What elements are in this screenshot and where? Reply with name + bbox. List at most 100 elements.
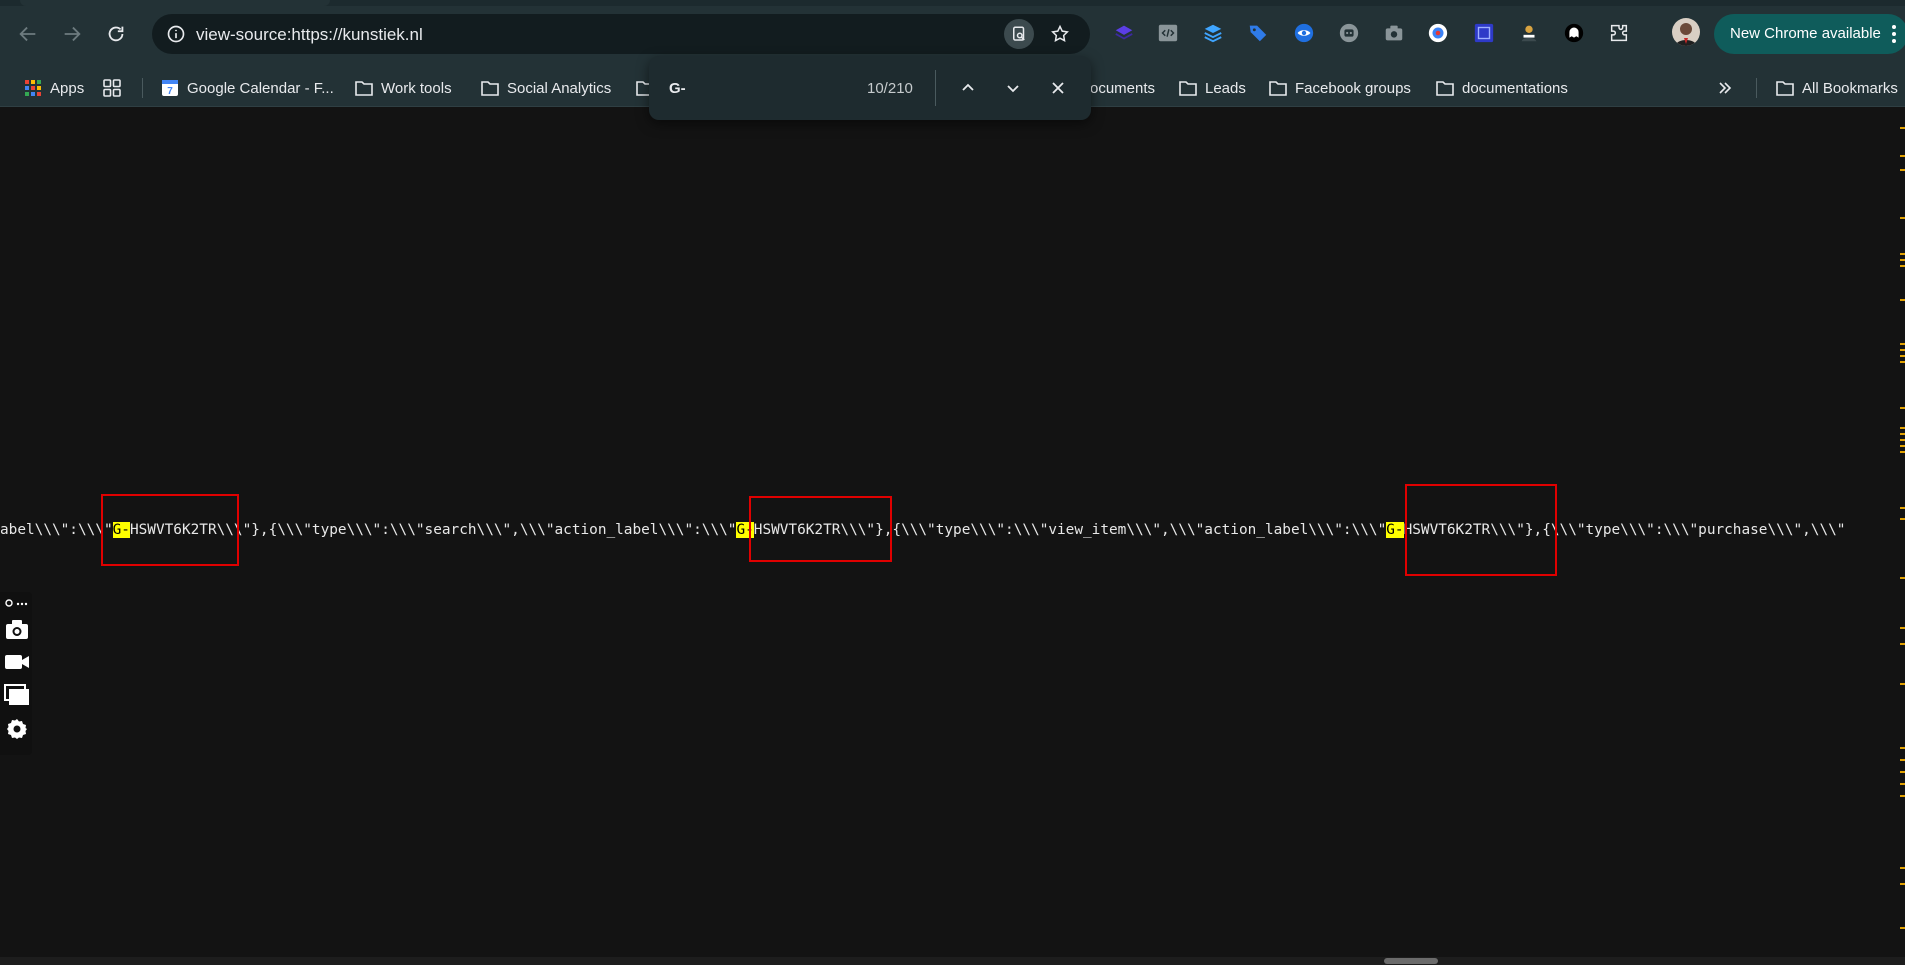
profile-avatar[interactable] — [1672, 18, 1700, 46]
find-scroll-markers — [1898, 107, 1905, 957]
folder-icon — [1179, 79, 1197, 97]
source-text: abel\\\":\\\" — [0, 522, 113, 538]
find-input[interactable]: G- — [669, 80, 686, 97]
more-menu-icon[interactable] — [1890, 22, 1898, 46]
bookmark-folder-social-analytics[interactable]: Social Analytics — [481, 77, 611, 99]
tab-groups-button[interactable] — [103, 77, 121, 99]
find-match-count: 10/210 — [867, 80, 913, 97]
scroll-marker — [1900, 771, 1905, 773]
close-icon — [1052, 82, 1064, 94]
scrollbar-thumb[interactable] — [1384, 958, 1438, 964]
scroll-marker — [1900, 265, 1905, 267]
scroll-marker — [1900, 361, 1905, 363]
scroll-marker — [1900, 643, 1905, 645]
source-code-line: abel\\\":\\\"G-HSWVT6K2TR\\\"},{\\\"type… — [0, 522, 1845, 538]
robot-extension-icon[interactable] — [1336, 20, 1362, 46]
folder-icon — [1436, 79, 1454, 97]
scroll-marker — [1900, 155, 1905, 157]
settings-gear-icon[interactable] — [4, 716, 30, 742]
reload-icon — [108, 26, 124, 42]
url-text[interactable]: view-source:https://kunstiek.nl — [196, 25, 423, 45]
bookmark-label: Google Calendar - F... — [187, 79, 334, 97]
bookmark-folder-facebook-groups[interactable]: Facebook groups — [1269, 77, 1411, 99]
bookmark-google-calendar[interactable]: 7 Google Calendar - F... — [161, 77, 334, 99]
code-extension-icon[interactable] — [1155, 20, 1181, 46]
bookmark-label: ocuments — [1090, 79, 1156, 97]
folder-icon — [355, 79, 373, 97]
bookmark-label: Leads — [1205, 79, 1246, 97]
arrow-left-icon — [19, 26, 36, 42]
site-info-icon[interactable] — [164, 22, 188, 46]
bookmark-label: Social Analytics — [507, 79, 612, 97]
stack-extension-icon[interactable] — [1200, 20, 1226, 46]
annotation-box — [1405, 484, 1557, 576]
scroll-marker — [1900, 407, 1905, 409]
scroll-marker — [1900, 747, 1905, 749]
frame-extension-icon[interactable] — [1471, 20, 1497, 46]
layers-purple-extension-icon[interactable] — [1111, 20, 1137, 46]
scroll-marker — [1900, 577, 1905, 579]
bookmark-separator — [1756, 78, 1757, 98]
scroll-marker — [1900, 927, 1905, 929]
page-search-icon[interactable] — [1004, 19, 1034, 49]
camera-extension-icon[interactable] — [1381, 20, 1407, 46]
forward-button[interactable] — [54, 16, 90, 52]
folder-icon — [481, 79, 499, 97]
scroll-marker — [1900, 343, 1905, 345]
scroll-marker — [1900, 433, 1905, 435]
scroll-marker — [1900, 783, 1905, 785]
folder-icon — [1269, 79, 1287, 97]
video-record-icon[interactable] — [4, 649, 30, 675]
compass-extension-icon[interactable] — [1425, 20, 1451, 46]
new-chrome-button[interactable]: New Chrome available — [1714, 14, 1905, 54]
horizontal-scrollbar[interactable] — [0, 957, 1905, 965]
ghost-extension-icon[interactable] — [1561, 20, 1587, 46]
address-bar[interactable]: view-source:https://kunstiek.nl — [152, 14, 1090, 54]
annotation-box — [749, 496, 892, 562]
chevron-down-icon — [1007, 85, 1019, 93]
scroll-marker — [1900, 217, 1905, 219]
bookmark-folder-documents[interactable]: ocuments — [1090, 77, 1155, 99]
annotation-box — [101, 494, 239, 566]
find-close-button[interactable] — [1044, 74, 1072, 102]
window-capture-icon[interactable] — [4, 682, 30, 708]
capture-toolbar — [0, 592, 32, 755]
all-bookmarks-button[interactable]: All Bookmarks — [1776, 77, 1898, 99]
scroll-marker — [1900, 759, 1905, 761]
find-next-button[interactable] — [999, 74, 1027, 102]
more-tools-icon[interactable] — [4, 596, 30, 610]
scroll-marker — [1900, 867, 1905, 869]
bookmark-apps[interactable]: Apps — [24, 77, 84, 99]
reload-button[interactable] — [98, 16, 134, 52]
screenshot-camera-icon[interactable] — [4, 616, 30, 642]
bookmark-folder-documentations[interactable]: documentations — [1436, 77, 1568, 99]
scroll-marker — [1900, 451, 1905, 453]
bookmark-label: Apps — [50, 79, 85, 97]
bookmark-folder-work-tools[interactable]: Work tools — [355, 77, 452, 99]
bookmark-star-icon[interactable] — [1046, 20, 1074, 48]
scroll-marker — [1900, 627, 1905, 629]
bookmark-label: All Bookmarks — [1802, 79, 1898, 97]
eye-extension-icon[interactable] — [1291, 20, 1317, 46]
tag-extension-icon[interactable] — [1245, 20, 1271, 46]
bookmarks-overflow-button[interactable] — [1716, 77, 1734, 99]
chevron-up-icon — [962, 83, 974, 91]
scroll-marker — [1900, 253, 1905, 255]
scroll-marker — [1900, 169, 1905, 171]
active-tab[interactable] — [20, 0, 330, 6]
reader-extension-icon[interactable] — [1516, 20, 1542, 46]
find-divider — [935, 70, 936, 106]
scroll-marker — [1900, 259, 1905, 261]
svg-text:7: 7 — [167, 86, 173, 97]
calendar-icon: 7 — [161, 79, 179, 97]
bookmark-folder-leads[interactable]: Leads — [1179, 77, 1246, 99]
scroll-marker — [1900, 349, 1905, 351]
scroll-marker — [1900, 883, 1905, 885]
arrow-right-icon — [64, 26, 81, 42]
back-button[interactable] — [10, 16, 46, 52]
folder-icon — [1776, 79, 1794, 97]
scroll-marker — [1900, 683, 1905, 685]
tab-strip — [0, 0, 1905, 6]
puzzle-extensions-icon[interactable] — [1606, 20, 1632, 46]
find-previous-button[interactable] — [954, 74, 982, 102]
